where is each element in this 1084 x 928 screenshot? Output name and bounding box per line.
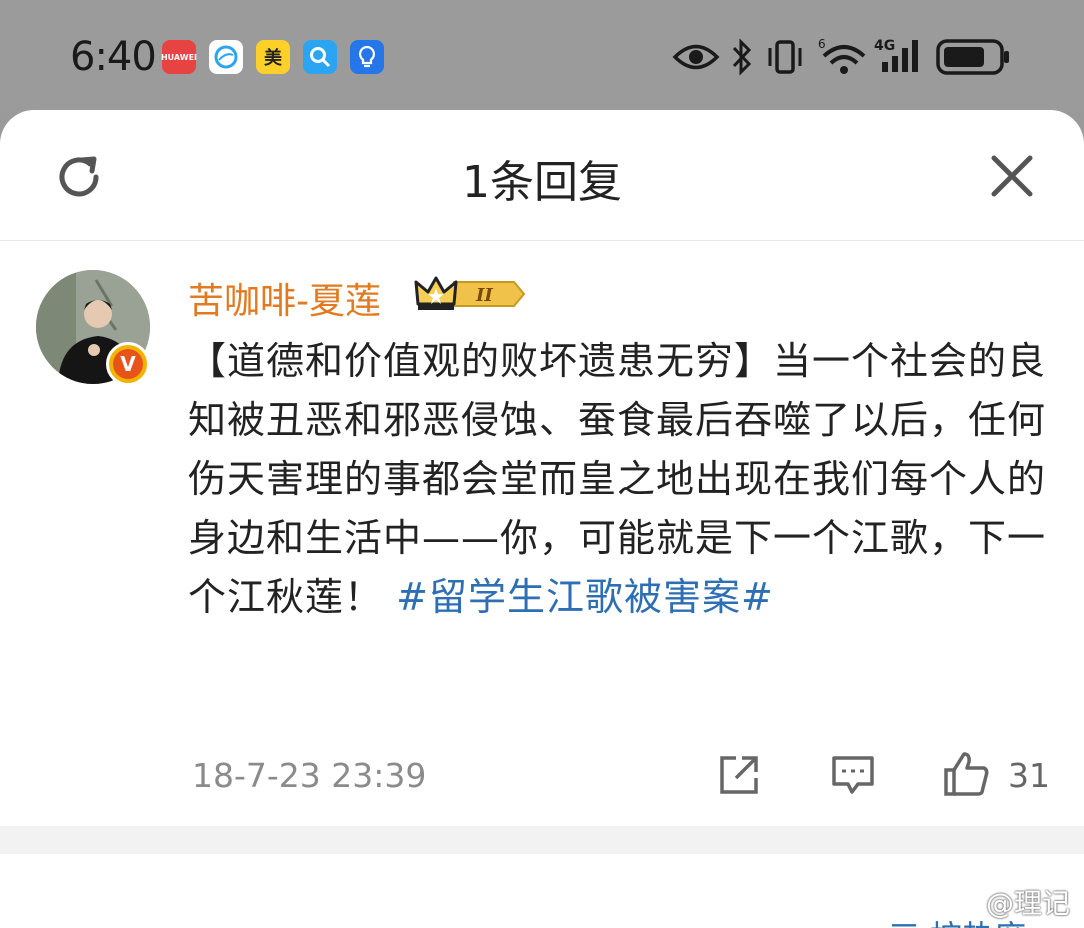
cellular-signal-icon: 4G	[874, 38, 918, 72]
svg-text:4G: 4G	[874, 38, 895, 54]
huawei-app-icon: HUAWEI	[161, 40, 197, 74]
comment-timestamp: 18-7-23 23:39	[192, 756, 427, 795]
bulb-app-icon	[350, 40, 384, 74]
meituan-app-icon: 美	[256, 40, 290, 74]
verified-badge: V	[106, 342, 150, 386]
username[interactable]: 苦咖啡-夏莲	[188, 272, 381, 324]
comment-icon[interactable]	[830, 752, 876, 798]
browser-app-icon	[209, 40, 243, 74]
search-app-icon	[303, 40, 337, 74]
crown-level-badge-icon: II	[414, 276, 526, 310]
bluetooth-icon	[732, 38, 752, 76]
vibrate-icon	[768, 40, 802, 74]
share-icon[interactable]	[716, 752, 762, 798]
svg-text:6: 6	[818, 37, 826, 51]
like-icon[interactable]	[942, 750, 990, 798]
clock: 6:40	[70, 34, 157, 80]
eye-icon	[672, 44, 720, 70]
close-icon[interactable]	[988, 152, 1036, 200]
svg-text:II: II	[475, 285, 493, 306]
watermark: @理记	[986, 887, 1071, 920]
comment-text: 【道德和价值观的败坏遗患无穷】当一个社会的良知被丑恶和邪恶侵蚀、蚕食最后吞噬了以…	[188, 332, 1048, 627]
like-count: 31	[1008, 756, 1050, 795]
replies-sheet: 1条回复 V 苦咖啡-夏莲 II 【道德和价值观的败坏遗患无穷】当一个社会的良知…	[0, 110, 1084, 928]
battery-icon	[936, 39, 1009, 75]
hashtag-link[interactable]: #留学生江歌被害案#	[396, 575, 774, 619]
page-title: 1条回复	[462, 157, 622, 208]
section-divider	[0, 826, 1084, 854]
sheet-header: 1条回复	[0, 110, 1084, 241]
wifi-icon: 6	[818, 37, 866, 74]
status-bar: 6:40 HUAWEI 美 6 4G	[0, 0, 1084, 112]
